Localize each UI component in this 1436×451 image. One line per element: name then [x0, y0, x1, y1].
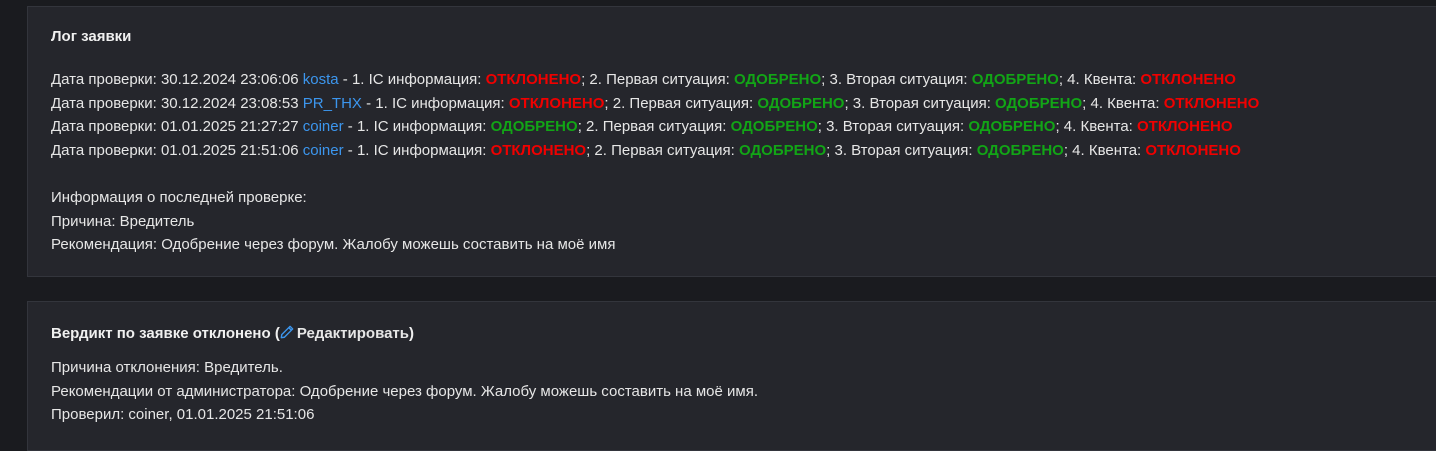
last-check-reason: Причина: Вредитель: [51, 212, 195, 230]
verdict-title: Вердикт по заявке отклонено ( Редактирова…: [51, 325, 414, 342]
section-2-status: ОДОБРЕНО: [757, 94, 845, 112]
log-entries: Дата проверки: 30.12.2024 23:06:06 kosta…: [51, 68, 1259, 163]
section-4-status: ОТКЛОНЕНО: [1145, 142, 1241, 160]
section-3-label: ; 3. Вторая ситуация:: [817, 118, 969, 136]
section-1-label: - 1. IC информация:: [361, 94, 509, 112]
last-check-recommendation: Рекомендация: Одобрение через форум. Жал…: [51, 236, 616, 254]
section-2-status: ОДОБРЕНО: [734, 71, 822, 88]
log-entry: Дата проверки: 01.01.2025 21:51:06 coine…: [51, 139, 1259, 163]
section-3-label: ; 3. Вторая ситуация:: [844, 94, 996, 112]
log-entry-date: Дата проверки: 30.12.2024 23:08:53: [51, 94, 303, 112]
section-3-label: ; 3. Вторая ситуация:: [821, 71, 972, 88]
section-1-status: ОТКЛОНЕНО: [490, 142, 587, 160]
section-4-label: ; 4. Квента:: [1063, 142, 1146, 160]
log-title: Лог заявки: [51, 28, 132, 45]
verdict-reason: Причина отклонения: Вредитель.: [51, 359, 283, 376]
section-1-status: ОТКЛОНЕНО: [485, 71, 582, 88]
section-4-label: ; 4. Квента:: [1058, 71, 1141, 88]
section-1-status: ОТКЛОНЕНО: [508, 94, 605, 112]
verdict-checked-by: Проверил: coiner, 01.01.2025 21:51:06: [51, 406, 315, 424]
edit-label: Редактировать: [296, 325, 409, 342]
verdict-title-close: ): [409, 325, 414, 342]
reviewer-link[interactable]: coiner: [303, 118, 344, 135]
log-entry-date: Дата проверки: 01.01.2025 21:27:27: [51, 118, 303, 136]
section-1-label: - 1. IC информация:: [343, 118, 491, 136]
section-3-status: ОДОБРЕНО: [976, 142, 1064, 160]
verdict-card: Вердикт по заявке отклонено ( Редактирова…: [27, 301, 1436, 451]
log-entry: Дата проверки: 30.12.2024 23:06:06 kosta…: [51, 68, 1259, 92]
verdict-title-text: Вердикт по заявке отклонено (: [51, 325, 280, 342]
reviewer-link[interactable]: coiner: [303, 142, 344, 159]
last-check-info: Информация о последней проверке: Причина…: [51, 186, 615, 257]
section-4-status: ОТКЛОНЕНО: [1163, 94, 1260, 112]
section-1-label: - 1. IC информация:: [338, 71, 486, 88]
section-3-status: ОДОБРЕНО: [995, 94, 1083, 112]
section-2-label: ; 2. Первая ситуация:: [577, 118, 731, 136]
section-1-status: ОДОБРЕНО: [490, 118, 578, 136]
log-entry: Дата проверки: 30.12.2024 23:08:53 PR_TH…: [51, 92, 1259, 116]
section-2-label: ; 2. Первая ситуация:: [586, 142, 740, 160]
section-2-status: ОДОБРЕНО: [730, 118, 818, 136]
section-4-status: ОТКЛОНЕНО: [1140, 71, 1236, 88]
section-4-label: ; 4. Квента:: [1082, 94, 1164, 112]
reviewer-link[interactable]: kosta: [303, 71, 339, 88]
section-3-status: ОДОБРЕНО: [968, 118, 1056, 136]
application-log-card: Лог заявки Дата проверки: 30.12.2024 23:…: [27, 6, 1436, 277]
log-entry: Дата проверки: 01.01.2025 21:27:27 coine…: [51, 115, 1259, 139]
last-check-heading: Информация о последней проверке:: [51, 189, 307, 206]
log-entry-date: Дата проверки: 30.12.2024 23:06:06: [51, 71, 303, 88]
edit-verdict-button[interactable]: Редактировать: [280, 325, 409, 342]
verdict-details: Причина отклонения: Вредитель. Рекоменда…: [51, 356, 758, 427]
section-2-label: ; 2. Первая ситуация:: [604, 94, 758, 112]
pencil-icon: [280, 325, 294, 339]
section-4-status: ОТКЛОНЕНО: [1137, 118, 1233, 136]
section-1-label: - 1. IC информация:: [343, 142, 491, 160]
reviewer-link[interactable]: PR_THX: [303, 95, 362, 112]
section-3-status: ОДОБРЕНО: [971, 71, 1059, 88]
section-2-label: ; 2. Первая ситуация:: [581, 71, 735, 88]
section-2-status: ОДОБРЕНО: [739, 142, 827, 160]
section-3-label: ; 3. Вторая ситуация:: [826, 142, 977, 160]
section-4-label: ; 4. Квента:: [1055, 118, 1137, 136]
log-entry-date: Дата проверки: 01.01.2025 21:51:06: [51, 142, 303, 160]
verdict-recommendation: Рекомендации от администратора: Одобрени…: [51, 382, 758, 400]
